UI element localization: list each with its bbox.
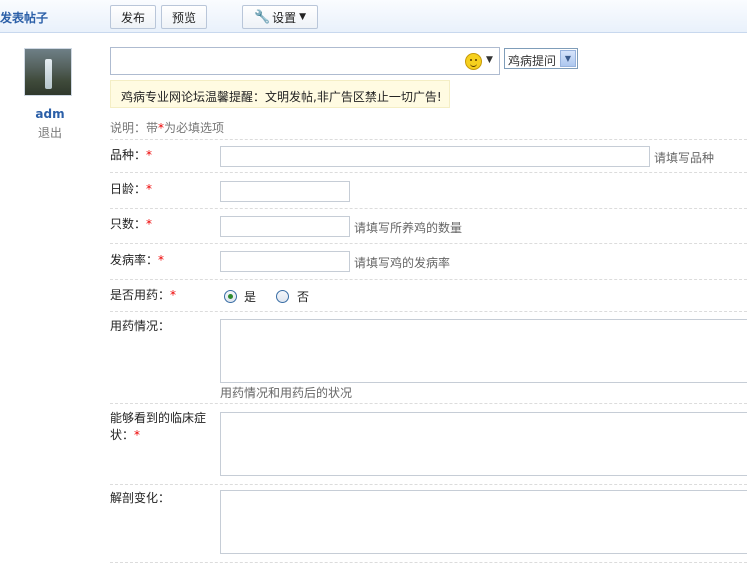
chevron-down-icon[interactable]: ▼ [560, 50, 576, 67]
medication-no-label[interactable]: 否 [297, 288, 309, 305]
age-label-text: 日龄： [110, 182, 147, 196]
publish-button-label: 发布 [120, 10, 145, 25]
breed-hint: 请填写品种 [654, 151, 715, 165]
notice-banner: 鸡病专业网论坛温馨提醒：文明发帖,非广告区禁止一切广告! [110, 80, 450, 108]
divider [110, 279, 747, 280]
category-select[interactable]: 鸡病提问 ▼ [504, 48, 578, 69]
symptoms-label: 能够看到的临床症状：* [110, 410, 214, 444]
symptoms-label-text: 能够看到的临床症状： [110, 411, 207, 442]
required-star: * [158, 253, 165, 267]
breed-label-text: 品种： [110, 148, 147, 162]
required-star: * [170, 288, 177, 302]
autopsy-label-text: 解剖变化： [110, 491, 171, 505]
logout-link[interactable]: 退出 [0, 124, 100, 141]
count-hint: 请填写所养鸡的数量 [354, 221, 463, 235]
age-input[interactable] [220, 181, 350, 202]
divider [110, 243, 747, 244]
count-label-text: 只数： [110, 217, 147, 231]
autopsy-textarea[interactable] [220, 490, 747, 554]
age-label: 日龄：* [110, 180, 152, 197]
page-title: 发表帖子 [0, 11, 49, 25]
divider [110, 562, 747, 563]
medication-yes-radio[interactable] [224, 290, 237, 303]
count-label: 只数：* [110, 215, 152, 232]
count-input[interactable] [220, 216, 350, 237]
breed-label: 品种：* [110, 146, 152, 163]
divider [110, 139, 747, 140]
symptoms-textarea[interactable] [220, 412, 747, 476]
med-status-label-text: 用药情况： [110, 319, 171, 333]
medication-yes-label[interactable]: 是 [244, 288, 256, 305]
subject-input[interactable] [113, 50, 453, 72]
rate-label: 发病率：* [110, 251, 164, 268]
category-select-value: 鸡病提问 [508, 54, 557, 68]
required-star: * [146, 148, 153, 162]
required-hint-suffix: 为必填选项 [164, 121, 225, 135]
subject-field[interactable]: ▼ [110, 47, 500, 75]
rate-label-text: 发病率： [110, 253, 159, 267]
smiley-icon[interactable] [465, 53, 482, 70]
med-status-textarea[interactable] [220, 319, 747, 383]
required-star: * [146, 182, 153, 196]
emoticon-dropdown-icon[interactable]: ▼ [486, 55, 493, 65]
preview-button[interactable]: 预览 [161, 5, 207, 29]
required-hint: 说明：带*为必填选项 [110, 119, 224, 136]
medication-label: 是否用药：* [110, 286, 176, 303]
required-star: * [134, 428, 141, 442]
med-status-label: 用药情况： [110, 317, 170, 334]
required-hint-prefix: 说明：带 [110, 121, 159, 135]
divider [110, 208, 747, 209]
divider [110, 403, 747, 404]
username-link[interactable]: adm [0, 107, 100, 121]
settings-button[interactable]: 🔧 设置 ▼ [242, 5, 318, 29]
rate-hint: 请填写鸡的发病率 [354, 256, 451, 270]
autopsy-label: 解剖变化： [110, 489, 170, 506]
medication-no-radio[interactable] [276, 290, 289, 303]
wrench-icon: 🔧 [253, 9, 271, 25]
rate-input[interactable] [220, 251, 350, 272]
breed-input[interactable] [220, 146, 650, 167]
top-toolbar: 发表帖子 发布 预览 🔧 设置 ▼ [0, 0, 747, 33]
settings-button-label: 设置 [272, 10, 297, 25]
divider [110, 484, 747, 485]
avatar[interactable] [24, 48, 72, 96]
divider [110, 311, 747, 312]
notice-text: 鸡病专业网论坛温馨提醒：文明发帖,非广告区禁止一切广告! [121, 90, 442, 104]
preview-button-label: 预览 [171, 10, 196, 25]
medication-label-text: 是否用药： [110, 288, 171, 302]
med-status-hint: 用药情况和用药后的状况 [220, 386, 353, 400]
divider [110, 172, 747, 173]
chevron-down-icon: ▼ [299, 12, 307, 22]
required-star: * [146, 217, 153, 231]
publish-button[interactable]: 发布 [110, 5, 156, 29]
